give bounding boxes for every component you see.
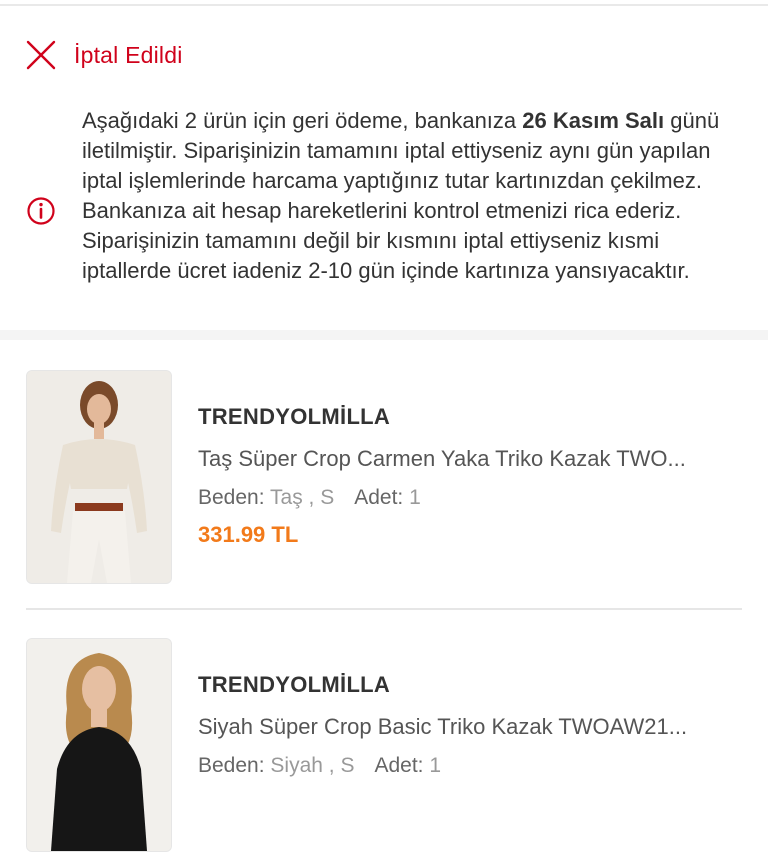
- product-info: TRENDYOLMİLLA Taş Süper Crop Carmen Yaka…: [198, 404, 738, 548]
- refund-message: Aşağıdaki 2 ürün için geri ödeme, bankan…: [82, 106, 742, 286]
- product-name[interactable]: Taş Süper Crop Carmen Yaka Triko Kazak T…: [198, 446, 738, 472]
- product-photo-black-sweater: [27, 639, 171, 851]
- info-icon: [27, 197, 55, 225]
- product-item[interactable]: TRENDYOLMİLLA Siyah Süper Crop Basic Tri…: [26, 638, 742, 852]
- qty-label: Adet:: [354, 486, 404, 509]
- product-item[interactable]: TRENDYOLMİLLA Taş Süper Crop Carmen Yaka…: [26, 370, 742, 584]
- row-divider: [26, 608, 742, 610]
- qty-value: 1: [409, 486, 421, 509]
- section-gap: [0, 330, 768, 340]
- product-image[interactable]: [26, 370, 172, 584]
- qty-label: Adet:: [374, 754, 424, 777]
- product-meta: Beden: Taş , S Adet: 1: [198, 486, 738, 510]
- order-status: İptal Edildi: [24, 38, 183, 72]
- cancel-x-icon: [26, 40, 56, 70]
- size-label: Beden:: [198, 754, 265, 777]
- product-info: TRENDYOLMİLLA Siyah Süper Crop Basic Tri…: [198, 672, 738, 778]
- refund-text-after: günü iletilmiştir. Siparişinizin tamamın…: [82, 108, 720, 283]
- refund-date: 26 Kasım Salı: [522, 108, 665, 133]
- size-label: Beden:: [198, 486, 265, 509]
- product-meta: Beden: Siyah , S Adet: 1: [198, 754, 738, 778]
- status-label: İptal Edildi: [74, 41, 183, 68]
- top-divider: [0, 4, 768, 6]
- product-brand: TRENDYOLMİLLA: [198, 404, 391, 429]
- product-brand: TRENDYOLMİLLA: [198, 672, 391, 697]
- refund-text-before: Aşağıdaki 2 ürün için geri ödeme, bankan…: [82, 108, 523, 133]
- qty-value: 1: [429, 754, 442, 777]
- product-name[interactable]: Siyah Süper Crop Basic Triko Kazak TWOAW…: [198, 714, 738, 740]
- size-value: Siyah , S: [270, 754, 355, 777]
- product-image[interactable]: [26, 638, 172, 852]
- product-price: 331.99 TL: [198, 522, 299, 547]
- product-photo-cream-sweater: [27, 371, 171, 583]
- size-value: Taş , S: [270, 486, 335, 509]
